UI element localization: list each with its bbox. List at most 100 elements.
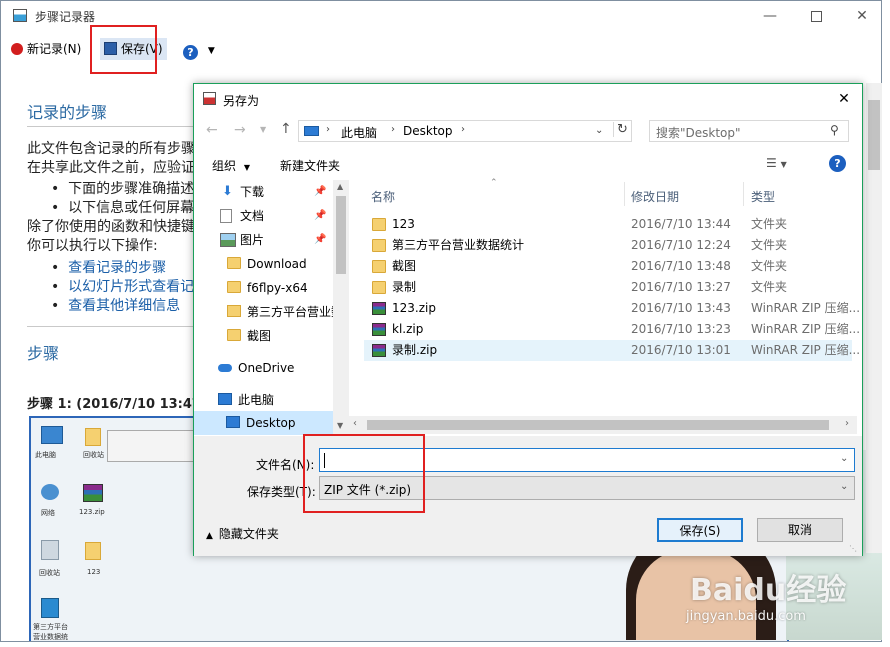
close-icon: ✕ xyxy=(856,8,868,24)
chevron-down-icon: ⌄ xyxy=(840,481,849,492)
screenshot-icon-label: 回收站 xyxy=(83,451,104,459)
link-item-3[interactable]: • 查看其他详细信息 xyxy=(51,295,180,315)
minimize-button[interactable]: — xyxy=(747,1,793,31)
column-divider xyxy=(624,182,625,206)
file-name: 123 xyxy=(392,217,415,231)
folder-icon xyxy=(372,281,386,294)
horizontal-scrollbar[interactable]: ‹ › xyxy=(349,416,857,434)
app-icon xyxy=(41,598,59,618)
save-form: 文件名(N): ⌄ 保存类型(T): ZIP 文件 (*.zip) ⌄ ▲ 隐藏文… xyxy=(194,436,862,556)
chevron-down-icon[interactable]: ▼ xyxy=(260,125,266,134)
resize-grip-icon[interactable]: ⋱ xyxy=(849,544,857,553)
hide-folders-toggle[interactable]: ▲ 隐藏文件夹 xyxy=(206,525,279,542)
file-type: 文件夹 xyxy=(751,238,788,252)
recorded-steps-heading: 记录的步骤 xyxy=(27,103,108,122)
new-folder-button[interactable]: 新建文件夹 xyxy=(280,157,340,174)
chevron-right-icon: › xyxy=(845,418,849,429)
breadcrumb-separator: › xyxy=(391,124,395,135)
address-row: ← → ▼ ↑ › 此电脑 › Desktop › ⌄ ↻ 搜索"Desktop… xyxy=(194,120,862,144)
computer-icon xyxy=(41,426,63,444)
file-type: WinRAR ZIP 压缩... xyxy=(751,322,861,336)
file-row[interactable]: 123 2016/7/10 13:44 文件夹 xyxy=(364,214,852,235)
organize-button[interactable]: 组织 ▼ xyxy=(212,157,250,174)
breadcrumb-this-pc[interactable]: 此电脑 xyxy=(341,124,377,141)
forward-button[interactable]: → xyxy=(234,122,246,138)
column-header-name[interactable]: 名称 xyxy=(371,188,395,205)
cancel-button[interactable]: 取消 xyxy=(757,518,843,542)
chevron-down-icon: ▼ xyxy=(207,46,215,56)
help-button[interactable]: ? ▼ xyxy=(183,38,215,60)
screenshot-icon-label: 123.zip xyxy=(79,508,105,516)
search-placeholder: 搜索"Desktop" xyxy=(656,126,741,140)
search-input[interactable]: 搜索"Desktop" ⚲ xyxy=(649,120,849,142)
file-date: 2016/7/10 13:27 xyxy=(631,280,731,294)
file-row-hovered[interactable]: 录制.zip 2016/7/10 13:01 WinRAR ZIP 压缩... xyxy=(364,340,860,361)
file-row[interactable]: kl.zip 2016/7/10 13:23 WinRAR ZIP 压缩... xyxy=(364,319,860,340)
scrollbar-thumb[interactable] xyxy=(868,100,880,170)
folder-icon xyxy=(372,218,386,231)
file-name: 第三方平台营业数据统计 xyxy=(392,238,525,252)
dialog-close-button[interactable]: ✕ xyxy=(830,88,858,110)
horizontal-scrollbar-thumb[interactable] xyxy=(367,420,829,430)
file-name: 录制.zip xyxy=(392,343,438,357)
file-name: 录制 xyxy=(392,280,417,294)
save-highlight-box xyxy=(90,25,157,74)
screenshot-icon-label: 回收站 xyxy=(39,569,60,577)
dialog-title-bar: 另存为 ✕ xyxy=(194,84,862,114)
bullet-2-text: 以下信息或任何屏幕 xyxy=(68,200,195,216)
new-record-button[interactable]: 新记录(N) xyxy=(11,38,81,60)
steps-heading: 步骤 xyxy=(27,344,60,363)
history-dropdown[interactable]: ⌄ xyxy=(595,125,603,136)
chevron-down-icon[interactable]: ⌄ xyxy=(840,453,848,464)
file-row[interactable]: 截图 2016/7/10 13:48 文件夹 xyxy=(364,256,852,277)
file-row[interactable]: 录制 2016/7/10 13:27 文件夹 xyxy=(364,277,852,298)
up-button[interactable]: ↑ xyxy=(280,121,292,137)
file-type: 文件夹 xyxy=(751,259,788,273)
help-icon[interactable]: ? xyxy=(829,155,846,172)
zip-file-icon xyxy=(372,344,386,357)
zip-file-icon xyxy=(372,323,386,336)
computer-icon xyxy=(304,126,319,136)
maximize-icon xyxy=(810,10,822,22)
address-bar[interactable]: › 此电脑 › Desktop › ⌄ ↻ xyxy=(298,120,632,142)
file-type: 文件夹 xyxy=(751,217,788,231)
bullet-1-text: 下面的步骤准确描述 xyxy=(68,181,195,197)
file-name: 123.zip xyxy=(392,301,436,315)
column-header-type[interactable]: 类型 xyxy=(751,188,775,205)
file-date: 2016/7/10 13:23 xyxy=(631,322,731,336)
screenshot-icon-label: 网络 xyxy=(41,509,55,517)
slideshow-link[interactable]: 以幻灯片形式查看记 xyxy=(68,279,194,295)
folder-icon xyxy=(372,260,386,273)
save-button[interactable]: 保存(S) xyxy=(657,518,743,542)
refresh-button[interactable]: ↻ xyxy=(613,122,628,137)
maximize-button[interactable] xyxy=(793,1,839,31)
watermark-url: jingyan.baidu.com xyxy=(686,609,806,624)
folder-icon xyxy=(85,428,101,446)
file-date: 2016/7/10 13:01 xyxy=(631,343,731,357)
back-button[interactable]: ← xyxy=(206,122,218,138)
link-item-1[interactable]: • 查看记录的步骤 xyxy=(51,257,166,277)
window-title: 步骤记录器 xyxy=(35,10,96,24)
link-item-2[interactable]: • 以幻灯片形式查看记 xyxy=(51,276,194,296)
divider xyxy=(27,326,197,327)
search-icon: ⚲ xyxy=(830,123,839,137)
bullet-1: • 下面的步骤准确描述 xyxy=(51,181,195,197)
close-button[interactable]: ✕ xyxy=(839,1,881,31)
command-bar: 组织 ▼ 新建文件夹 ☰ ▼ ? xyxy=(194,152,862,178)
details-link[interactable]: 查看其他详细信息 xyxy=(68,298,180,314)
file-name: 截图 xyxy=(392,259,417,273)
screenshot-icon-label: 第三方平台营业数据统计 xyxy=(33,623,68,641)
view-steps-link[interactable]: 查看记录的步骤 xyxy=(68,260,166,276)
file-date: 2016/7/10 13:44 xyxy=(631,217,731,231)
column-header-date[interactable]: 修改日期 xyxy=(631,188,679,205)
zip-file-icon xyxy=(83,484,103,502)
file-date: 2016/7/10 12:24 xyxy=(631,238,731,252)
breadcrumb-desktop[interactable]: Desktop xyxy=(403,124,453,138)
file-name: kl.zip xyxy=(392,322,424,336)
recycle-bin-icon xyxy=(41,540,59,560)
view-options-icon[interactable]: ☰ ▼ xyxy=(766,156,787,170)
watermark-logo: Baidu经验 xyxy=(690,573,847,608)
folder-icon xyxy=(85,542,101,560)
file-row[interactable]: 123.zip 2016/7/10 13:43 WinRAR ZIP 压缩... xyxy=(364,298,860,319)
file-row[interactable]: 第三方平台营业数据统计 2016/7/10 12:24 文件夹 xyxy=(364,235,852,256)
